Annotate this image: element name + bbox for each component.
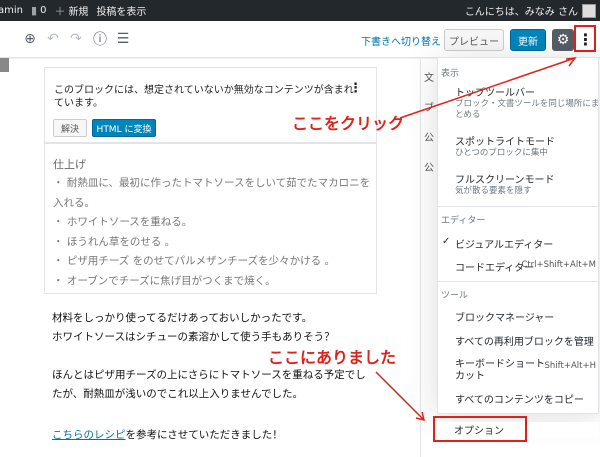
preview-button[interactable]: プレビュー (444, 29, 504, 51)
admin-bar-site-name[interactable]: amin (0, 0, 27, 21)
preview-line: ・ ほうれん草をのせる 。 (53, 235, 176, 248)
settings-gear-icon[interactable]: ⚙ (552, 29, 574, 51)
preview-line: ・ ホワイトソースを重ねる。 (53, 216, 193, 228)
preview-title: 仕上げ (53, 158, 86, 171)
invalid-block-preview: 仕上げ ・ 耐熱皿に、最初に作ったトマトソースをしいて茹でたマカロニを 入れる。… (44, 143, 377, 294)
menu-item-description: 気が散る要素を隠す (455, 186, 532, 196)
comment-icon: ▮ (31, 4, 38, 17)
preview-line: ・ ピザ用チーズ をのせてパルメザンチーズを少々かける 。 (53, 255, 335, 267)
menu-item-description: とめる (455, 110, 481, 120)
preview-line: 入れる。 (53, 196, 95, 209)
menu-group-label-editor: エディター (441, 216, 486, 226)
menu-item-visual-editor[interactable]: ✓ ビジュアルエディター (438, 236, 598, 252)
menu-divider (438, 206, 598, 207)
menu-item-shortcut: Shift+Alt+H (544, 361, 596, 371)
greeting: こんにちは、みなみ さん (464, 7, 578, 18)
sidebar-fragment: 公 (424, 133, 434, 144)
menu-item-shortcut: Ctrl+Shift+Alt+M (521, 260, 596, 270)
paragraph-text: を参考にさせていただきました！ (125, 429, 283, 441)
avatar (582, 3, 596, 18)
menu-item-block-manager[interactable]: ブロックマネージャー (438, 309, 598, 325)
undo-icon[interactable]: ↶ (44, 30, 62, 48)
preview-line: ・ オーブンでチーズに焦げ目がつくまで焼く。 (53, 274, 276, 287)
block-navigation-icon[interactable]: ☰ (114, 30, 132, 48)
sidebar-fragment: 公 (424, 163, 434, 174)
menu-item-top-toolbar[interactable]: トップツールバー ブロック・文書ツールを同じ場所にま とめる (438, 84, 598, 120)
convert-to-html-button[interactable]: HTML に変換 (92, 119, 156, 137)
paragraph-block[interactable]: こちらのレシピを参考にさせていただきました！ (52, 426, 382, 445)
menu-group-label-tools: ツール (441, 291, 469, 301)
paragraph-line: 材料をしっかり使ってるだけあっておいしかったです。 (52, 312, 313, 324)
menu-item-keyboard-shortcuts[interactable]: キーボードショート カット Shift+Alt+H (438, 355, 598, 383)
menu-item-label: すべてのコンテンツをコピー (455, 395, 584, 406)
admin-bar-new[interactable]: ＋ 新規 (50, 0, 92, 21)
menu-item-spotlight-mode[interactable]: スポットライトモード ひとつのブロックに集中 (438, 133, 598, 159)
annotation-found-here: ここにありました (268, 348, 397, 367)
left-edge-tab (0, 58, 9, 72)
editor-toolbar: ⊕ ↶ ↷ ⓘ ☰ 下書きへ切り替え プレビュー 更新 ⚙ ⋮ (0, 21, 600, 58)
switch-to-draft-link[interactable]: 下書きへ切り替え (361, 33, 441, 48)
menu-item-code-editor[interactable]: コードエディター Ctrl+Shift+Alt+M (438, 259, 598, 275)
sidebar-tab-fragment[interactable]: 文 (424, 69, 434, 84)
paragraph-block[interactable]: 材料をしっかり使ってるだけあっておいしかったです。 ホワイトソースはシチューの素… (52, 309, 382, 347)
invalid-block-message: このブロックには、想定されていないか無効なコンテンツが含まれています。 (54, 85, 354, 109)
paragraph-line: たが、耐熱皿が浅いのでこれ以上入りませんでした。 (52, 388, 303, 400)
menu-item-copy-all-content[interactable]: すべてのコンテンツをコピー (438, 391, 598, 407)
annotation-click-here: ここをクリック (292, 114, 405, 133)
highlight-more-menu (574, 25, 596, 52)
menu-item-manage-reusable-blocks[interactable]: すべての再利用ブロックを管理 (438, 333, 598, 349)
menu-item-label: ビジュアルエディター (455, 240, 554, 251)
menu-divider (438, 281, 598, 282)
redo-icon[interactable]: ↷ (67, 30, 85, 48)
paragraph-line: ほんとはピザ用チーズの上にさらにトマトソースを重ねる予定でし (52, 369, 366, 381)
new-label: 新規 (68, 7, 89, 18)
info-icon[interactable]: ⓘ (91, 30, 109, 48)
update-button[interactable]: 更新 (510, 29, 546, 51)
more-tools-menu: 表示 トップツールバー ブロック・文書ツールを同じ場所にま とめる スポットライ… (437, 57, 599, 414)
menu-group-label-view: 表示 (441, 69, 460, 79)
plus-icon: ＋ (54, 4, 66, 18)
admin-bar-comments[interactable]: ▮ 0 (27, 0, 50, 21)
comments-count: 0 (40, 5, 47, 16)
menu-item-label: カット (455, 371, 485, 382)
menu-item-description: ひとつのブロックに集中 (455, 148, 548, 158)
paragraph-block[interactable]: ほんとはピザ用チーズの上にさらにトマトソースを重ねる予定でし たが、耐熱皿が浅い… (52, 366, 382, 404)
add-block-icon[interactable]: ⊕ (21, 30, 39, 48)
admin-bar: amin ▮ 0 ＋ 新規 投稿を表示 こんにちは、みなみ さん (0, 0, 600, 21)
check-icon: ✓ (442, 236, 451, 247)
app-window: amin ▮ 0 ＋ 新規 投稿を表示 こんにちは、みなみ さん ⊕ ↶ ↷ ⓘ… (0, 0, 600, 457)
resolve-button[interactable]: 解決 (53, 119, 87, 137)
block-more-options-icon[interactable]: ⋮ (349, 81, 362, 96)
sidebar-fragment: ブ (424, 103, 434, 114)
admin-bar-view-post[interactable]: 投稿を表示 (92, 0, 150, 21)
admin-bar-account[interactable]: こんにちは、みなみ さん (465, 0, 596, 21)
preview-line: ・ 耐熱皿に、最初に作ったトマトソースをしいて茹でたマカロニを (53, 177, 371, 189)
menu-item-label: ブロックマネージャー (455, 313, 555, 324)
menu-item-label: すべての再利用ブロックを管理 (455, 337, 594, 348)
highlight-options (433, 416, 527, 442)
recipe-link[interactable]: こちらのレシピ (52, 429, 126, 441)
menu-item-fullscreen-mode[interactable]: フルスクリーンモード 気が散る要素を隠す (438, 171, 598, 197)
